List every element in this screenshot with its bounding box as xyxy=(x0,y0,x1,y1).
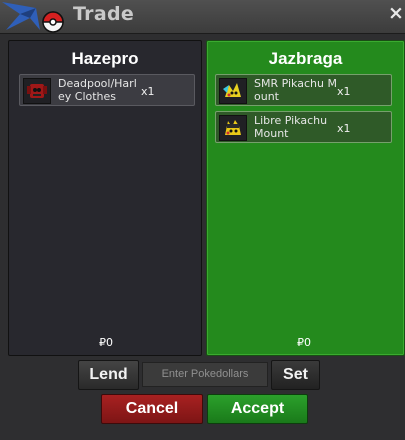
pokedollars-input[interactable]: Enter Pokedollars xyxy=(142,362,268,387)
smr-pikachu-mount-icon xyxy=(219,78,247,104)
lend-button[interactable]: Lend xyxy=(78,360,139,390)
left-player-name: Hazepro xyxy=(71,49,139,68)
window-titlebar: Trade × xyxy=(0,0,405,34)
trade-controls: Lend Enter Pokedollars Set Cancel Accept xyxy=(0,360,405,440)
right-money-amount: ₽0 xyxy=(297,336,311,349)
set-button[interactable]: Set xyxy=(271,360,320,390)
trade-item[interactable]: SMR Pikachu Mount x1 xyxy=(215,74,392,106)
item-quantity: x1 xyxy=(141,85,155,98)
item-quantity: x1 xyxy=(337,122,351,135)
deadpool-clothes-icon xyxy=(23,78,51,104)
left-money-amount: ₽0 xyxy=(99,336,113,349)
right-trade-panel: Jazbraga SMR Pikachu Mount x1 Libre Pika… xyxy=(206,40,405,356)
libre-pikachu-mount-icon xyxy=(219,115,247,141)
left-trade-panel: Hazepro Deadpool/Harley Clothes x1 ₽0 xyxy=(8,40,202,356)
item-name: Deadpool/Harley Clothes xyxy=(58,77,137,103)
close-icon[interactable]: × xyxy=(388,2,404,24)
cancel-button[interactable]: Cancel xyxy=(101,394,203,424)
trade-panels: Hazepro Deadpool/Harley Clothes x1 ₽0 Ja… xyxy=(6,37,405,359)
item-name: Libre Pikachu Mount xyxy=(254,114,328,140)
trade-item[interactable]: Deadpool/Harley Clothes x1 xyxy=(19,74,195,106)
pokeball-logo-icon xyxy=(2,2,64,33)
item-name: SMR Pikachu Mount xyxy=(254,77,337,103)
trade-item[interactable]: Libre Pikachu Mount x1 xyxy=(215,111,392,143)
item-quantity: x1 xyxy=(337,85,351,98)
accept-button[interactable]: Accept xyxy=(207,394,308,424)
right-player-name: Jazbraga xyxy=(268,49,343,68)
window-title: Trade xyxy=(73,3,135,25)
